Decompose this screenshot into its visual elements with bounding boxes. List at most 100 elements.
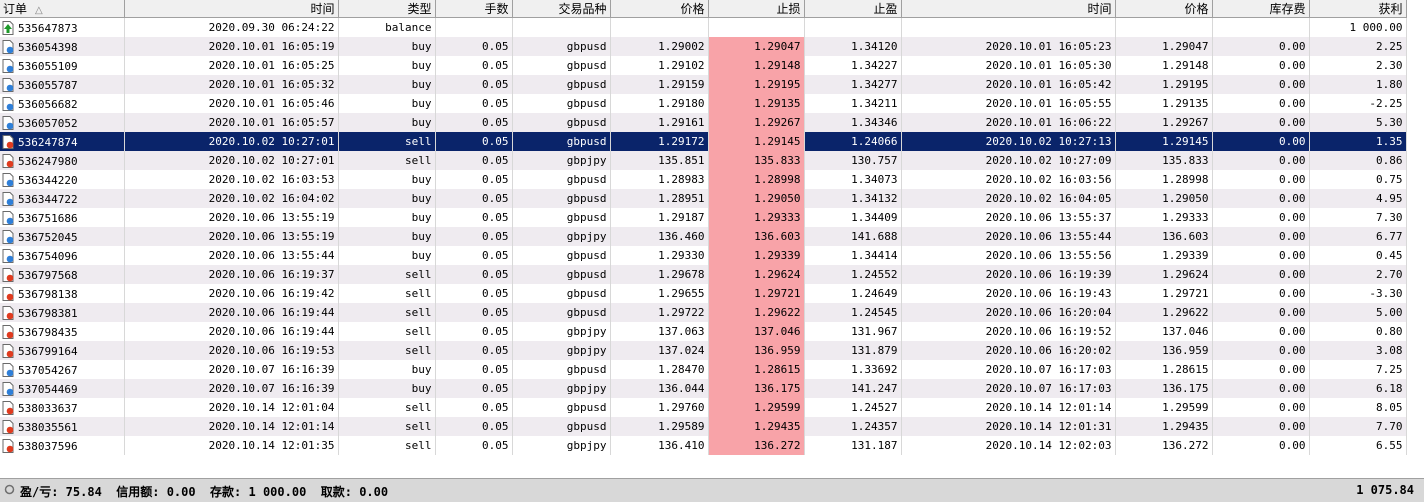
cell-symbol: gbpusd [512,284,611,303]
cell-close-time: 2020.10.01 16:05:55 [901,94,1116,113]
cell-stop-loss: 136.272 [708,436,805,455]
cell-stop-loss: 136.175 [708,379,805,398]
cell-close-price: 1.29135 [1115,94,1213,113]
table-row[interactable]: 536344722 2020.10.02 16:04:02 buy 0.05 gbpus… [0,189,1407,208]
cell-profit: 1 000.00 [1309,17,1407,37]
table-row[interactable]: 536247980 2020.10.02 10:27:01 sell 0.05 gbpj… [0,151,1407,170]
cell-profit: 2.25 [1309,37,1407,56]
table-row[interactable]: 536055109 2020.10.01 16:05:25 buy 0.05 gbpus… [0,56,1407,75]
ticket-number: 536754096 [18,249,78,263]
sell-order-icon [2,267,14,282]
cell-price: 1.29655 [610,284,709,303]
cell-swap: 0.00 [1212,75,1310,94]
cell-type: buy [338,113,436,132]
cell-open-time: 2020.10.14 12:01:35 [124,436,339,455]
buy-order-icon [2,362,14,377]
cell-swap: 0.00 [1212,265,1310,284]
table-row[interactable]: 538035561 2020.10.14 12:01:14 sell 0.05 gbpu… [0,417,1407,436]
col-header-profit[interactable]: 获利 [1309,0,1407,18]
col-header-take-profit[interactable]: 止盈 [804,0,902,18]
cell-close-time: 2020.10.01 16:05:42 [901,75,1116,94]
col-header-lots[interactable]: 手数 [435,0,513,18]
col-header-swap[interactable]: 库存费 [1212,0,1310,18]
col-header-symbol[interactable]: 交易品种 [512,0,611,18]
cell-take-profit: 1.34120 [804,37,902,56]
cell-close-price: 1.29622 [1115,303,1213,322]
ticket-number: 536797568 [18,268,78,282]
table-row[interactable]: 536056682 2020.10.01 16:05:46 buy 0.05 gbpus… [0,94,1407,113]
cell-open-time: 2020.10.02 10:27:01 [124,132,339,151]
cell-ticket: 537054469 [0,379,125,398]
cell-price: 1.29159 [610,75,709,94]
cell-symbol: gbpusd [512,113,611,132]
cell-close-time: 2020.10.06 16:20:04 [901,303,1116,322]
table-row[interactable]: 538037596 2020.10.14 12:01:35 sell 0.05 gbpj… [0,436,1407,455]
col-header-ticket[interactable]: 订单 △ [0,0,125,18]
cell-lots: 0.05 [435,303,513,322]
cell-price: 137.063 [610,322,709,341]
cell-open-time: 2020.10.06 16:19:37 [124,265,339,284]
sell-order-icon [2,305,14,320]
table-row[interactable]: 536799164 2020.10.06 16:19:53 sell 0.05 gbpj… [0,341,1407,360]
table-row[interactable]: 537054469 2020.10.07 16:16:39 buy 0.05 gbpjp… [0,379,1407,398]
cell-swap: 0.00 [1212,341,1310,360]
cell-stop-loss: 1.29148 [708,56,805,75]
cell-open-time: 2020.10.01 16:05:32 [124,75,339,94]
table-row[interactable]: 536798381 2020.10.06 16:19:44 sell 0.05 gbpu… [0,303,1407,322]
col-header-price[interactable]: 价格 [610,0,709,18]
cell-type: sell [338,284,436,303]
buy-order-icon [2,210,14,225]
cell-take-profit [804,17,902,37]
cell-close-price: 1.29148 [1115,56,1213,75]
cell-lots: 0.05 [435,379,513,398]
table-row[interactable]: 537054267 2020.10.07 16:16:39 buy 0.05 gbpus… [0,360,1407,379]
table-row[interactable]: 538033637 2020.10.14 12:01:04 sell 0.05 gbpu… [0,398,1407,417]
cell-take-profit: 1.34346 [804,113,902,132]
cell-ticket: 536751686 [0,208,125,227]
cell-profit: 6.77 [1309,227,1407,246]
table-row[interactable]: 536754096 2020.10.06 13:55:44 buy 0.05 gbpus… [0,246,1407,265]
cell-swap: 0.00 [1212,151,1310,170]
cell-stop-loss: 1.28615 [708,360,805,379]
table-row[interactable]: 536055787 2020.10.01 16:05:32 buy 0.05 gbpus… [0,75,1407,94]
cell-open-time: 2020.09.30 06:24:22 [124,17,339,37]
table-row[interactable]: 536057052 2020.10.01 16:05:57 buy 0.05 gbpus… [0,113,1407,132]
table-row[interactable]: 536752045 2020.10.06 13:55:19 buy 0.05 gbpjp… [0,227,1407,246]
cell-lots: 0.05 [435,341,513,360]
cell-close-time: 2020.10.14 12:02:03 [901,436,1116,455]
table-row[interactable]: 536798435 2020.10.06 16:19:44 sell 0.05 gbpj… [0,322,1407,341]
cell-lots: 0.05 [435,151,513,170]
table-row[interactable]: 536344220 2020.10.02 16:03:53 buy 0.05 gbpus… [0,170,1407,189]
cell-price: 1.29760 [610,398,709,417]
table-row[interactable]: 536798138 2020.10.06 16:19:42 sell 0.05 gbpu… [0,284,1407,303]
cell-symbol: gbpjpy [512,151,611,170]
table-row[interactable]: 536751686 2020.10.06 13:55:19 buy 0.05 gbpus… [0,208,1407,227]
col-header-type[interactable]: 类型 [338,0,436,18]
col-header-close-time[interactable]: 时间 [901,0,1116,18]
cell-profit: 5.30 [1309,113,1407,132]
cell-stop-loss [708,17,805,37]
cell-ticket: 538037596 [0,436,125,455]
cell-swap: 0.00 [1212,132,1310,151]
table-row[interactable]: 535647873 2020.09.30 06:24:22 balance 1 000… [0,17,1407,37]
cell-symbol: gbpusd [512,170,611,189]
cell-open-time: 2020.10.06 16:19:42 [124,284,339,303]
ticket-number: 538037596 [18,439,78,453]
ticket-number: 535647873 [18,21,78,35]
table-row[interactable]: 536797568 2020.10.06 16:19:37 sell 0.05 gbpu… [0,265,1407,284]
buy-order-icon [2,58,14,73]
cell-ticket: 538033637 [0,398,125,417]
cell-close-price: 136.959 [1115,341,1213,360]
cell-close-price: 1.29333 [1115,208,1213,227]
col-header-open-time[interactable]: 时间 [124,0,339,18]
cell-close-time: 2020.10.06 13:55:56 [901,246,1116,265]
cell-symbol: gbpjpy [512,436,611,455]
table-row[interactable]: 536247874 2020.10.02 10:27:01 sell 0.05 gbpu… [0,132,1407,151]
ticket-number: 537054469 [18,382,78,396]
sell-order-icon [2,400,14,415]
col-header-stop-loss[interactable]: 止损 [708,0,805,18]
cell-ticket: 536752045 [0,227,125,246]
table-row[interactable]: 536054398 2020.10.01 16:05:19 buy 0.05 gbpus… [0,37,1407,56]
col-header-close-price[interactable]: 价格 [1115,0,1213,18]
cell-type: buy [338,189,436,208]
